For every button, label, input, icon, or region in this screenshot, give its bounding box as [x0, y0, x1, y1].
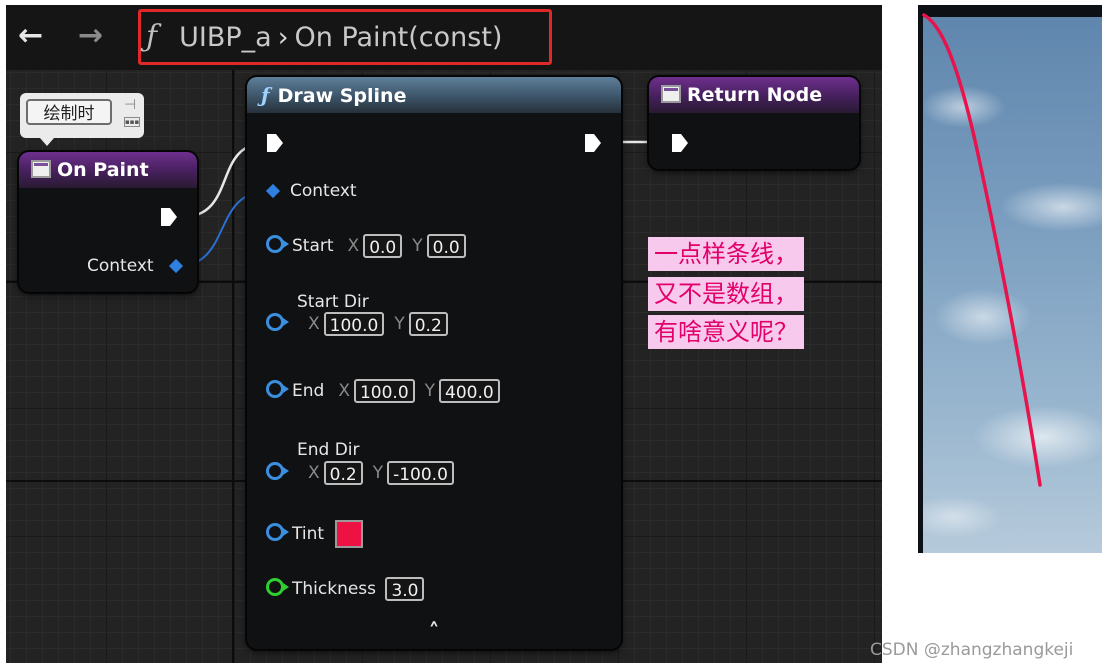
float-pin-icon[interactable] — [266, 578, 289, 596]
on-paint-node[interactable]: On Paint Context — [19, 152, 197, 292]
node-title: Return Node — [687, 84, 823, 106]
y-axis-label: Y — [412, 236, 423, 256]
y-axis-label: Y — [372, 463, 384, 483]
thickness-input-pin[interactable]: Thickness 3.0 — [266, 574, 425, 604]
annotation-line: 一点样条线， — [648, 237, 804, 271]
start-input-pin[interactable]: Start X 0.0 Y 0.0 — [266, 231, 466, 261]
object-pin-icon[interactable] — [168, 258, 184, 274]
x-axis-label: X — [338, 381, 350, 401]
return-node-icon — [661, 84, 681, 103]
exec-input-pin[interactable] — [671, 133, 689, 153]
start-dir-input-pin[interactable]: X 100.0 Y 0.2 — [266, 309, 448, 339]
tint-color-swatch[interactable] — [335, 520, 364, 548]
start-y-field[interactable]: 0.0 — [426, 234, 466, 258]
node-header: Return Node — [649, 77, 859, 113]
function-icon: ƒ — [261, 83, 270, 107]
blueprint-graph-canvas[interactable]: ← → ƒ UIBP_a › On Paint(const) 绘制时 ⊣ ▪▪▪ On… — [6, 5, 882, 663]
comment-text: 绘制时 — [26, 99, 112, 125]
pin-label: Tint — [292, 524, 325, 544]
object-pin-icon[interactable] — [265, 183, 281, 199]
vector-pin-icon[interactable] — [266, 313, 289, 331]
exec-input-pin[interactable] — [266, 133, 284, 153]
vector-pin-icon[interactable] — [266, 235, 289, 253]
end-x-field[interactable]: 100.0 — [353, 379, 415, 403]
tint-input-pin[interactable]: Tint — [266, 519, 364, 549]
watermark: CSDN @zhangzhangkeji — [870, 640, 1074, 660]
thickness-field[interactable]: 3.0 — [385, 577, 425, 601]
start-dir-x-field[interactable]: 100.0 — [323, 312, 385, 336]
pin-label: Context — [290, 181, 357, 201]
preview-canvas — [922, 13, 1042, 487]
pin-label: Start — [292, 236, 334, 256]
exec-output-pin[interactable] — [584, 133, 602, 153]
viewport-preview — [918, 5, 1102, 553]
vector-pin-icon[interactable] — [266, 462, 289, 480]
annotation-line: 又不是数组， — [648, 277, 804, 311]
collapse-chevron-icon[interactable]: ˄ — [247, 621, 621, 645]
end-y-field[interactable]: 400.0 — [439, 379, 500, 403]
end-dir-input-pin[interactable]: X 0.2 Y -100.0 — [266, 458, 454, 488]
start-x-field[interactable]: 0.0 — [363, 234, 403, 258]
end-dir-x-field[interactable]: 0.2 — [323, 461, 363, 485]
start-dir-y-field[interactable]: 0.2 — [408, 312, 448, 336]
pin-comment-icon[interactable]: ⊣ — [124, 97, 136, 113]
node-header: ƒ Draw Spline — [247, 77, 621, 113]
pin-label: End — [292, 381, 325, 401]
annotation-line: 有啥意义呢？ — [648, 315, 804, 349]
end-dir-y-field[interactable]: -100.0 — [387, 461, 454, 485]
context-input-pin[interactable]: Context — [265, 176, 357, 206]
x-axis-label: X — [308, 314, 320, 334]
end-input-pin[interactable]: End X 100.0 Y 400.0 — [266, 376, 500, 406]
return-node[interactable]: Return Node — [649, 77, 859, 169]
pin-label: Thickness — [292, 579, 377, 599]
comment-tail — [40, 138, 54, 146]
node-title: On Paint — [57, 159, 149, 181]
pin-label: Context — [87, 256, 154, 276]
spline-curve — [922, 13, 1042, 487]
y-axis-label: Y — [394, 314, 405, 334]
x-axis-label: X — [308, 463, 320, 483]
draw-spline-node[interactable]: ƒ Draw Spline Context Start X 0.0 Y 0.0 Start… — [247, 77, 621, 649]
color-pin-icon[interactable] — [266, 523, 289, 541]
comment-options-icon[interactable]: ▪▪▪ — [124, 117, 140, 127]
event-icon — [31, 159, 51, 178]
y-axis-label: Y — [424, 381, 436, 401]
x-axis-label: X — [347, 236, 360, 256]
pin-label: End Dir — [297, 440, 360, 460]
exec-output-pin[interactable] — [160, 207, 178, 227]
context-output-pin[interactable]: Context — [87, 251, 184, 281]
node-comment-bubble[interactable]: 绘制时 ⊣ ▪▪▪ — [20, 93, 144, 138]
node-header: On Paint — [19, 152, 197, 188]
vector-pin-icon[interactable] — [266, 380, 289, 398]
node-title: Draw Spline — [277, 85, 407, 107]
